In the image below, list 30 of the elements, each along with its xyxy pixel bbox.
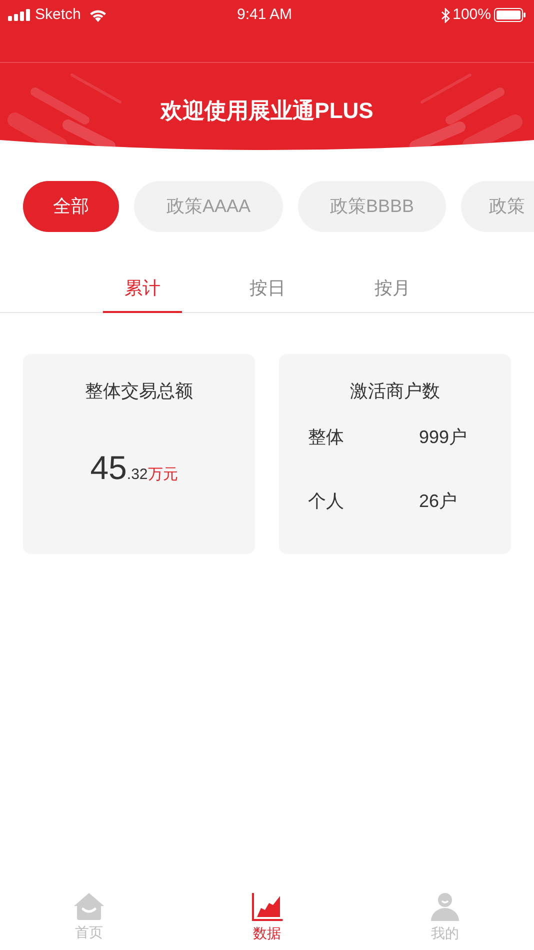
tab[interactable]: 累计 bbox=[80, 265, 205, 313]
house-icon bbox=[74, 893, 104, 920]
chart-icon bbox=[252, 893, 282, 921]
filter-chip[interactable]: 政策AAAA bbox=[134, 181, 283, 232]
card-title: 整体交易总额 bbox=[85, 380, 193, 403]
person-icon bbox=[431, 893, 459, 921]
filter-chip[interactable]: 政策BBBB bbox=[298, 181, 446, 232]
status-time: 9:41 AM bbox=[237, 4, 292, 25]
signal-icon bbox=[8, 9, 30, 21]
tab-bar-item[interactable]: 数据 bbox=[178, 893, 356, 942]
row-value: 999户 bbox=[419, 426, 468, 448]
row-label: 个人 bbox=[308, 490, 345, 512]
card-title: 激活商户数 bbox=[350, 380, 440, 403]
filter-chip[interactable]: 全部 bbox=[23, 181, 119, 232]
tab[interactable]: 按月 bbox=[330, 265, 455, 313]
header-title: 欢迎使用展业通PLUS bbox=[159, 97, 374, 125]
tab-bar-item[interactable]: 首页 bbox=[0, 893, 178, 942]
filter-chip[interactable]: 政策 bbox=[461, 181, 534, 232]
tab-bar-item[interactable]: 我的 bbox=[356, 893, 534, 942]
amount-integer: 45 bbox=[90, 448, 127, 488]
bluetooth-icon bbox=[440, 8, 450, 22]
amount-decimal: .32 bbox=[126, 465, 148, 485]
tab[interactable]: 按日 bbox=[205, 265, 330, 313]
battery-icon bbox=[494, 8, 526, 22]
row-label: 整体 bbox=[308, 426, 345, 448]
amount-unit: 万元 bbox=[148, 465, 178, 485]
row-value: 26户 bbox=[419, 490, 458, 512]
wifi-icon bbox=[88, 8, 107, 22]
battery-percent: 100% bbox=[452, 4, 491, 25]
carrier-name: Sketch bbox=[35, 4, 81, 25]
